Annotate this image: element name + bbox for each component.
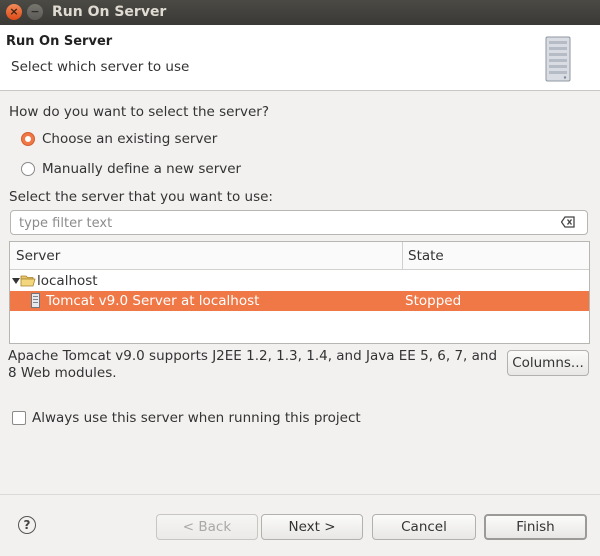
wizard-subtitle: Select which server to use xyxy=(11,59,190,75)
close-icon[interactable]: × xyxy=(6,4,22,20)
radio-button-checked[interactable] xyxy=(21,132,35,146)
window-title: Run On Server xyxy=(52,4,167,20)
radio-existing-server[interactable]: Choose an existing server xyxy=(21,130,217,148)
wizard-header: Run On Server Select which server to use xyxy=(0,25,600,91)
tree-node-localhost[interactable]: localhost xyxy=(10,271,589,291)
clear-filter-icon[interactable] xyxy=(561,216,575,228)
radio-existing-label: Choose an existing server xyxy=(42,131,218,147)
radio-new-server[interactable]: Manually define a new server xyxy=(21,160,241,178)
server-state: Stopped xyxy=(405,293,462,309)
column-header-server[interactable]: Server xyxy=(16,248,60,264)
cancel-button[interactable]: Cancel xyxy=(372,514,476,540)
help-icon[interactable]: ? xyxy=(18,516,36,534)
columns-button[interactable]: Columns... xyxy=(507,350,589,376)
server-name: Tomcat v9.0 Server at localhost xyxy=(46,293,260,309)
radio-button-unchecked[interactable] xyxy=(21,162,35,176)
server-list-label: Select the server that you want to use: xyxy=(9,189,273,205)
server-table[interactable]: Server State localhost Tomcat v9.0 Serve… xyxy=(9,241,590,344)
column-divider[interactable] xyxy=(402,242,403,270)
finish-button[interactable]: Finish xyxy=(484,514,587,540)
server-icon xyxy=(31,293,40,308)
minimize-icon[interactable]: − xyxy=(27,4,43,20)
folder-open-icon xyxy=(20,275,36,287)
radio-new-label: Manually define a new server xyxy=(42,161,242,177)
server-description: Apache Tomcat v9.0 supports J2EE 1.2, 1.… xyxy=(8,348,498,381)
always-use-checkbox[interactable] xyxy=(12,411,26,425)
always-use-option[interactable]: Always use this server when running this… xyxy=(12,410,361,426)
filter-field[interactable] xyxy=(10,210,588,235)
next-button[interactable]: Next > xyxy=(261,514,363,540)
title-bar: × − Run On Server xyxy=(0,0,600,25)
footer-divider xyxy=(0,494,600,495)
table-header: Server State xyxy=(10,242,589,270)
tree-node-label: localhost xyxy=(37,273,98,289)
expand-arrow-icon[interactable] xyxy=(12,277,20,285)
selection-question: How do you want to select the server? xyxy=(9,104,270,120)
server-tower-icon xyxy=(545,36,571,82)
wizard-title: Run On Server xyxy=(6,34,113,49)
column-header-state[interactable]: State xyxy=(408,248,444,264)
table-row-tomcat[interactable]: Tomcat v9.0 Server at localhost Stopped xyxy=(10,291,589,311)
always-use-label: Always use this server when running this… xyxy=(32,410,361,426)
back-button[interactable]: < Back xyxy=(156,514,258,540)
filter-input[interactable] xyxy=(17,213,551,234)
